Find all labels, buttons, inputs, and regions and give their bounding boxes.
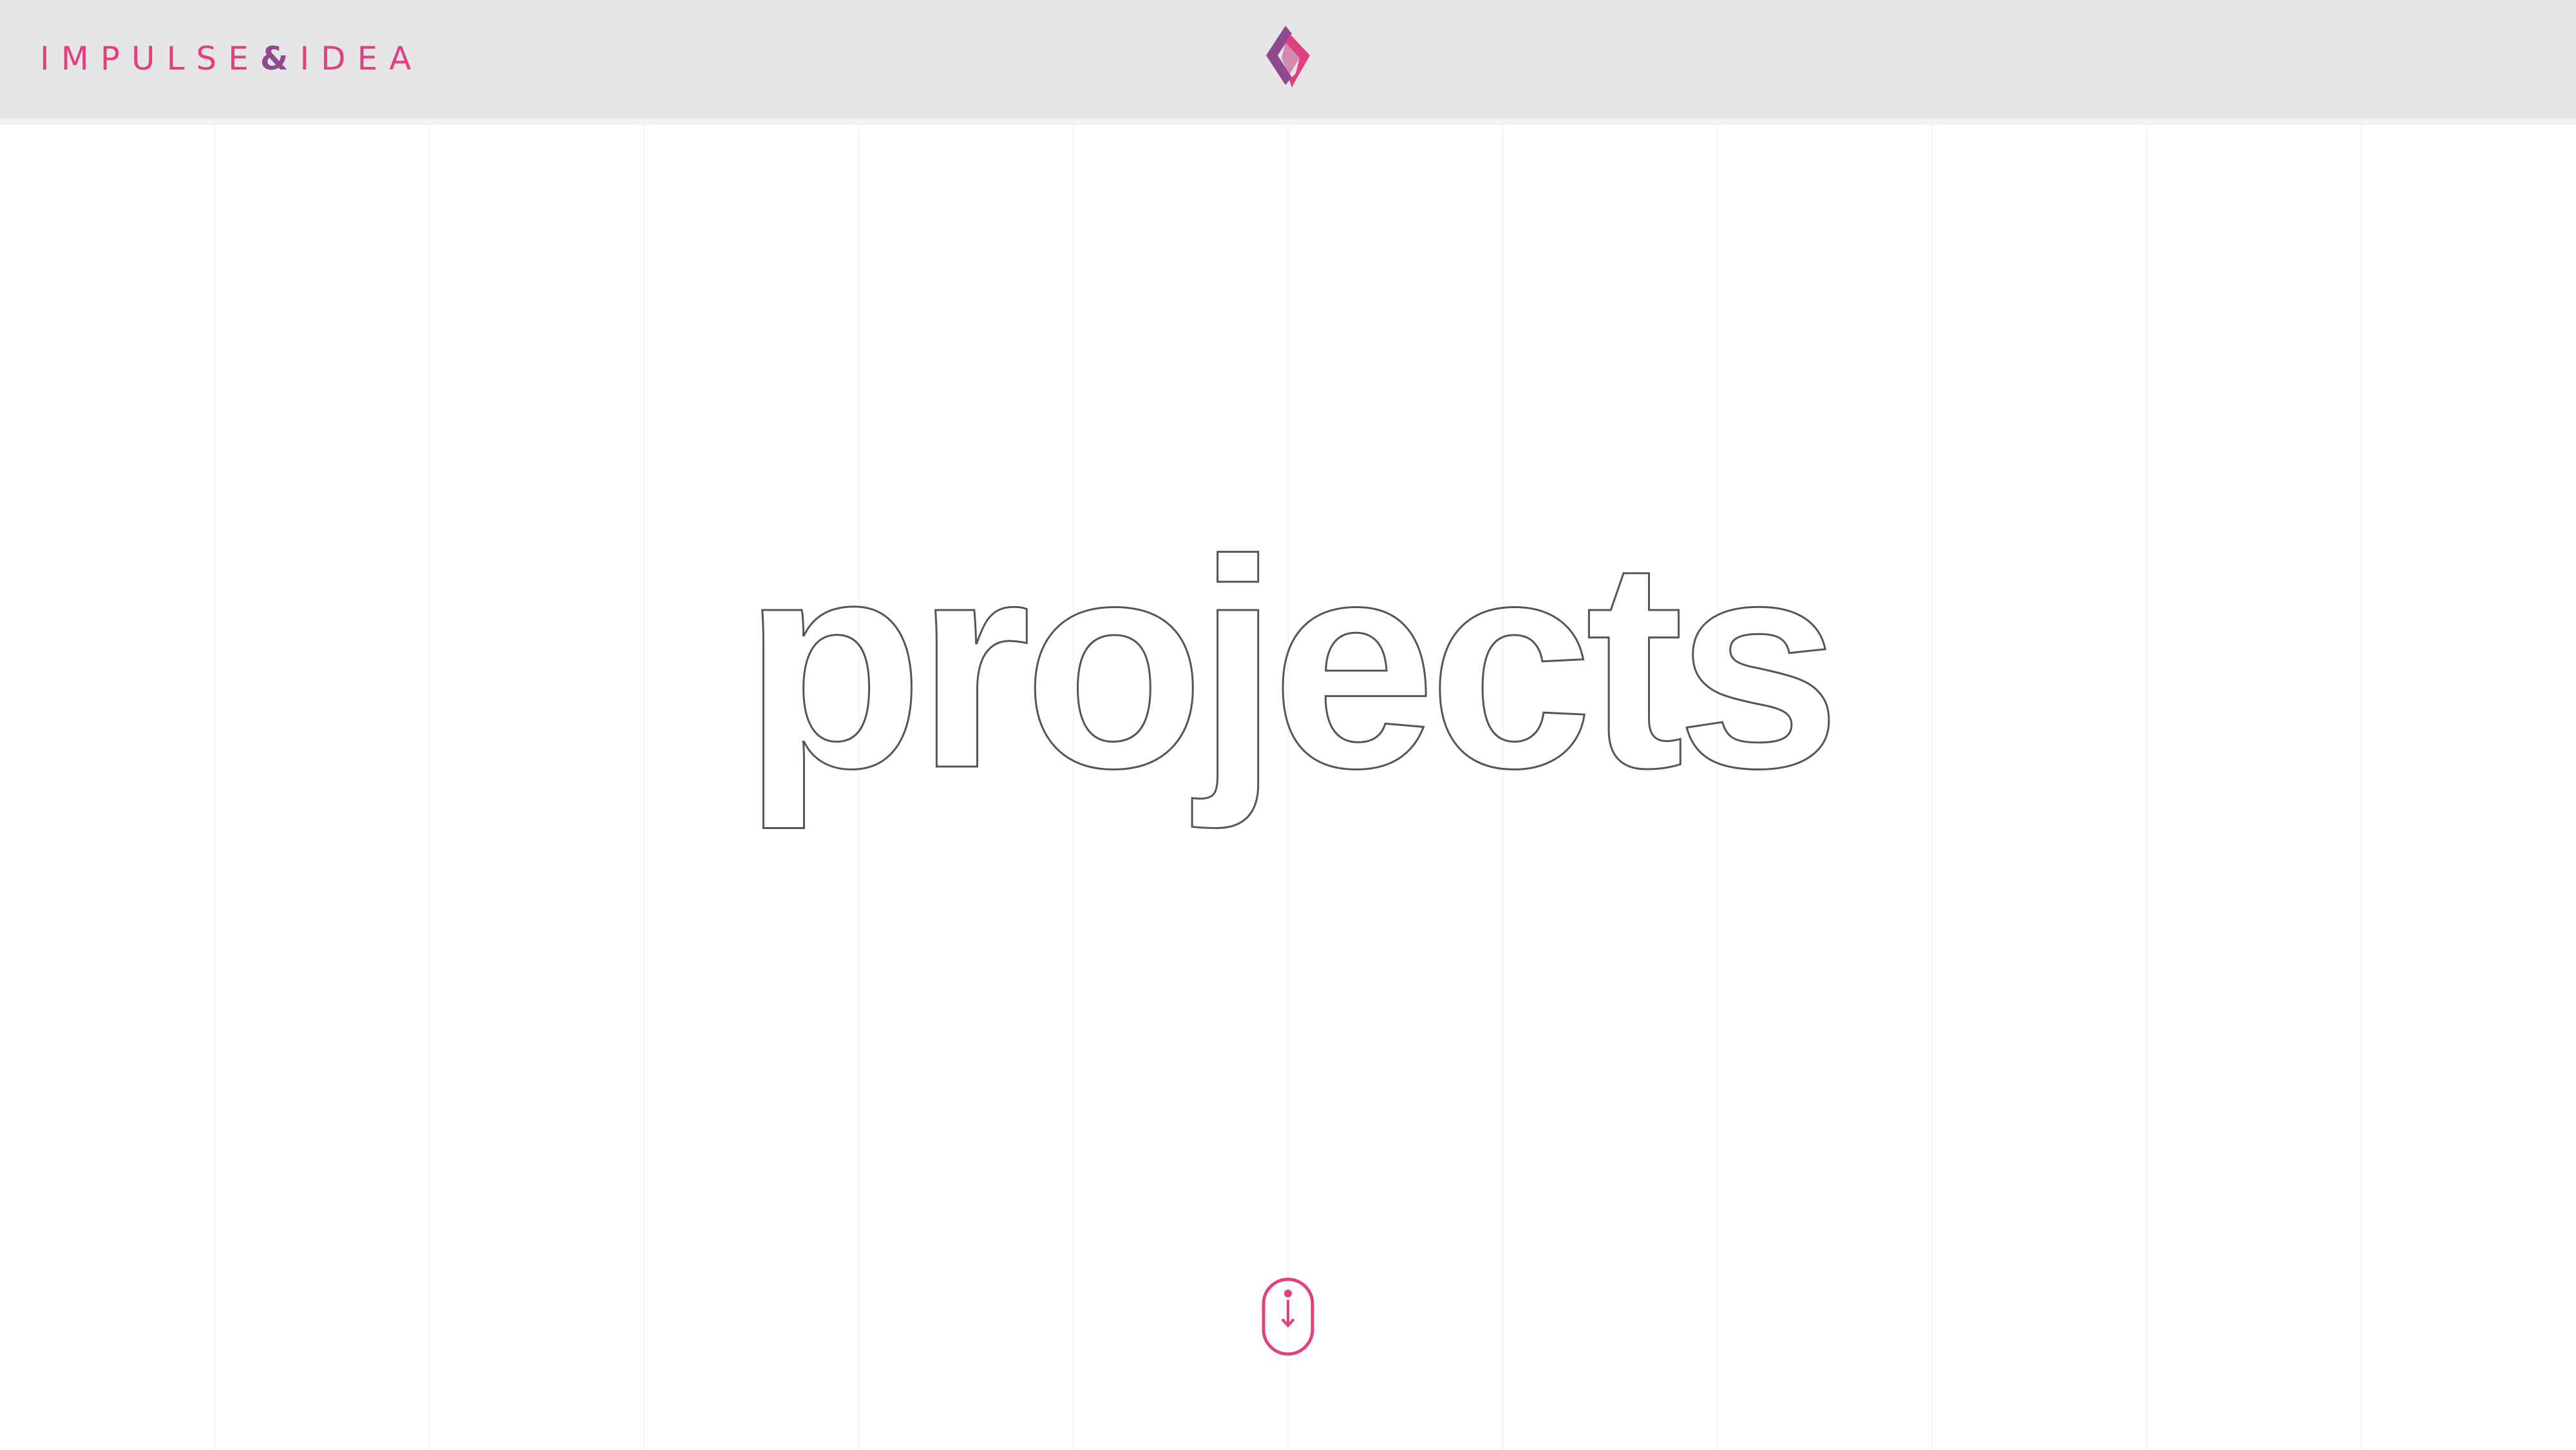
brand-wordmark-link[interactable]: IMPULSE & IDEA [40,36,422,81]
page-title-outline: projects [644,499,1932,863]
grid-line [429,125,430,1450]
brand-word-idea: IDEA [299,40,423,77]
page: IMPULSE & IDEA projects [0,0,2576,1450]
grid-line [2146,125,2148,1450]
brand-word-impulse: IMPULSE [40,40,260,77]
brand-ampersand: & [260,40,294,77]
grid-line [2361,125,2362,1450]
diamond-chevron-logo-icon[interactable] [1264,26,1312,88]
grid-line [214,125,215,1450]
page-title: projects [743,499,1833,832]
mouse-scroll-icon[interactable] [1261,1277,1315,1357]
site-header: IMPULSE & IDEA [0,0,2576,125]
